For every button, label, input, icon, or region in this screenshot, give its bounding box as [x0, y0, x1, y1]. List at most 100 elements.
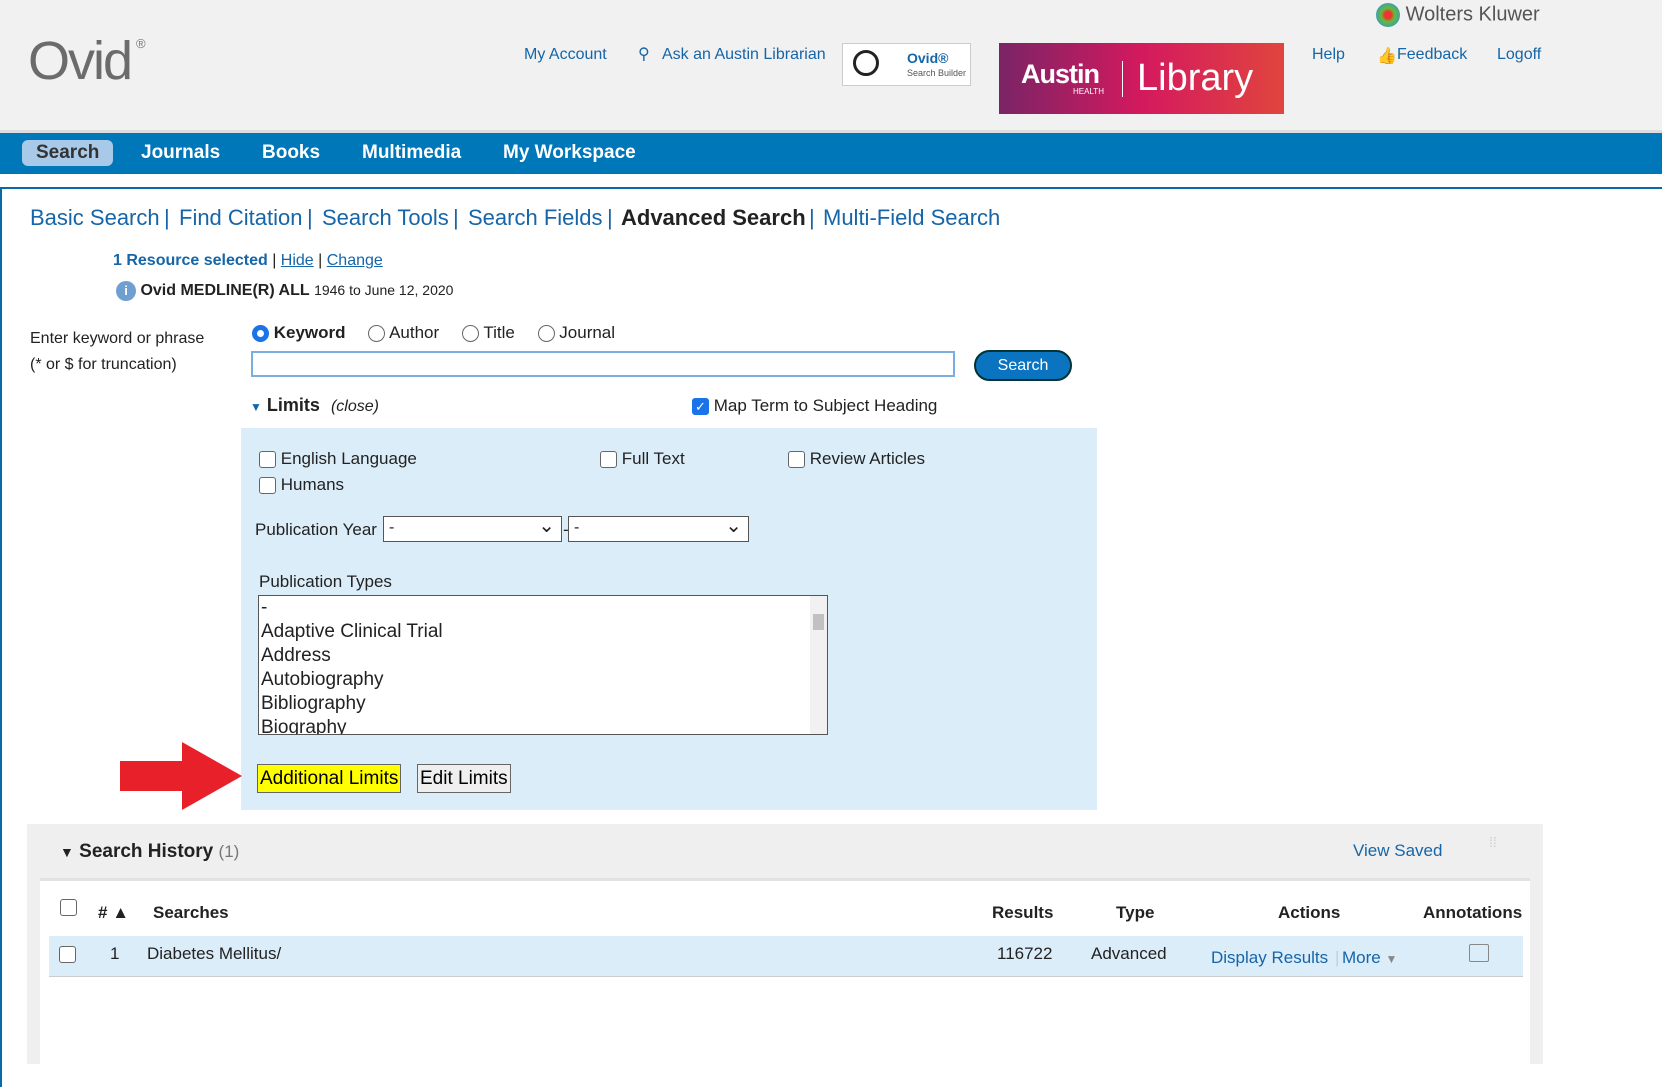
search-type-radios: Keyword Author Title Journal	[252, 323, 615, 343]
edit-limits-button[interactable]: Edit Limits	[417, 764, 511, 793]
row-results: 116722	[997, 944, 1053, 963]
pub-type-option[interactable]: Autobiography	[261, 668, 827, 692]
ask-librarian-link[interactable]: Ask an Austin Librarian	[662, 46, 826, 64]
history-title: Search History	[79, 841, 214, 862]
col-results: Results	[992, 903, 1054, 922]
limits-title: Limits	[266, 395, 320, 415]
logoff-link[interactable]: Logoff	[1497, 46, 1541, 64]
radio-journal[interactable]	[537, 325, 555, 343]
nav-search[interactable]: Search	[22, 140, 114, 166]
nav-journals[interactable]: Journals	[141, 142, 220, 164]
database-name: Ovid MEDLINE(R) ALL	[140, 282, 310, 299]
row-type: Advanced	[1091, 944, 1167, 963]
select-all-checkbox[interactable]	[60, 899, 77, 916]
label-journal: Journal	[559, 323, 616, 342]
database-info: i Ovid MEDLINE(R) ALL 1946 to June 12, 2…	[116, 281, 453, 301]
pub-type-option[interactable]: Address	[261, 644, 827, 668]
pub-type-option[interactable]: Adaptive Clinical Trial	[261, 620, 827, 644]
col-type: Type	[1116, 903, 1155, 922]
resource-selection: 1 Resource selected | Hide | Change	[113, 252, 383, 269]
col-actions: Actions	[1278, 903, 1341, 922]
thumbs-up-icon: 👍	[1377, 48, 1397, 65]
tab-search-tools[interactable]: Search Tools	[322, 205, 449, 231]
annotation-comment-icon[interactable]	[1469, 944, 1489, 962]
registered-mark: ®	[136, 36, 146, 51]
tab-find-citation[interactable]: Find Citation	[179, 205, 303, 231]
wk-globe-icon	[1376, 3, 1400, 27]
pub-types-label: Publication Types	[259, 572, 392, 591]
radio-title[interactable]	[461, 325, 479, 343]
view-saved-link[interactable]: View Saved	[1353, 841, 1442, 861]
austin-library-banner[interactable]: Austin HEALTH Library	[999, 43, 1284, 114]
my-account-link[interactable]: My Account	[524, 46, 607, 64]
pub-year-from-select[interactable]: -	[383, 513, 562, 542]
pub-year-label: Publication Year	[255, 520, 377, 539]
radio-author[interactable]	[368, 325, 386, 343]
librarian-icon: ⚲	[638, 46, 650, 63]
info-icon[interactable]: i	[116, 281, 136, 301]
drag-handle-icon[interactable]: ⁞⁞	[1489, 835, 1497, 849]
prompt-line2: (* or $ for truncation)	[30, 356, 177, 373]
map-term-label: Map Term to Subject Heading	[713, 396, 938, 415]
tab-basic-search[interactable]: Basic Search	[30, 205, 160, 231]
map-term: ✓ Map Term to Subject Heading	[692, 396, 937, 416]
label-title: Title	[483, 323, 515, 342]
tab-advanced-search[interactable]: Advanced Search	[621, 205, 806, 231]
pub-year-to-select[interactable]: -	[568, 513, 749, 542]
collapse-triangle-icon[interactable]: ▼	[60, 844, 74, 860]
limits-header: ▼ Limits (close)	[250, 395, 379, 416]
magnifier-icon	[853, 50, 879, 76]
nav-books[interactable]: Books	[262, 142, 320, 164]
search-input[interactable]	[251, 351, 955, 377]
brand-name: Wolters Kluwer	[1405, 3, 1540, 26]
label-keyword: Keyword	[273, 323, 346, 342]
header: Ovid ® Wolters Kluwer My Account ⚲ Ask a…	[0, 0, 1662, 133]
more-menu[interactable]: More ▼	[1342, 948, 1397, 968]
table-row: 1 Diabetes Mellitus/ 116722 Advanced Dis…	[49, 936, 1523, 977]
additional-limits-button[interactable]: Additional Limits	[257, 764, 402, 793]
database-range: 1946 to June 12, 2020	[314, 282, 454, 298]
limit-full-text[interactable]: Full Text	[600, 449, 685, 469]
history-count: (1)	[218, 842, 240, 861]
radio-keyword[interactable]	[252, 325, 269, 343]
label-author: Author	[389, 323, 440, 342]
wolters-kluwer-logo: Wolters Kluwer	[1376, 3, 1540, 27]
resources-selected: 1 Resource selected	[113, 252, 268, 269]
limit-english[interactable]: English Language	[259, 449, 417, 469]
prompt-line1: Enter keyword or phrase	[30, 330, 205, 347]
search-history-panel: ▼ Search History (1) View Saved ⁞⁞ # ▲ S…	[27, 824, 1543, 1078]
search-button[interactable]: Search	[974, 350, 1072, 381]
nav-my-workspace[interactable]: My Workspace	[503, 142, 636, 164]
pub-type-option[interactable]: -	[261, 596, 827, 620]
search-prompt: Enter keyword or phrase (* or $ for trun…	[30, 326, 204, 378]
limit-humans[interactable]: Humans	[259, 475, 344, 495]
row-number: 1	[110, 944, 120, 963]
search-history-header[interactable]: ▼ Search History (1)	[60, 841, 239, 863]
listbox-scrollbar[interactable]	[810, 596, 827, 734]
tab-multi-field-search[interactable]: Multi-Field Search	[823, 205, 1000, 231]
col-annotations: Annotations	[1423, 903, 1523, 922]
collapse-triangle-icon[interactable]: ▼	[250, 400, 262, 414]
pub-type-option[interactable]: Bibliography	[261, 692, 827, 716]
col-number[interactable]: # ▲	[98, 903, 129, 923]
ovid-logo[interactable]: Ovid	[28, 30, 133, 92]
feedback-link[interactable]: Feedback	[1397, 46, 1467, 64]
pub-types-listbox[interactable]: - Adaptive Clinical Trial Address Autobi…	[258, 595, 828, 735]
history-table: # ▲ Searches Results Type Actions Annota…	[40, 878, 1530, 1078]
limits-panel: English Language Full Text Review Articl…	[241, 428, 1097, 810]
display-results-link[interactable]: Display Results	[1211, 948, 1328, 968]
pub-type-option[interactable]: Biography	[261, 716, 827, 734]
limits-close-link[interactable]: (close)	[331, 398, 379, 415]
change-link[interactable]: Change	[327, 252, 383, 269]
limit-review-articles[interactable]: Review Articles	[788, 449, 925, 469]
map-term-checkbox[interactable]: ✓	[692, 398, 709, 416]
red-arrow-annotation	[120, 742, 242, 810]
nav-multimedia[interactable]: Multimedia	[362, 142, 461, 164]
hide-link[interactable]: Hide	[281, 252, 314, 269]
help-link[interactable]: Help	[1312, 46, 1345, 64]
search-builder-logo[interactable]: Ovid® Search Builder	[842, 43, 971, 86]
main-nav: Search Journals Books Multimedia My Work…	[0, 133, 1662, 174]
tab-search-fields[interactable]: Search Fields	[468, 205, 603, 231]
col-searches: Searches	[153, 903, 229, 922]
row-checkbox[interactable]	[59, 946, 76, 963]
